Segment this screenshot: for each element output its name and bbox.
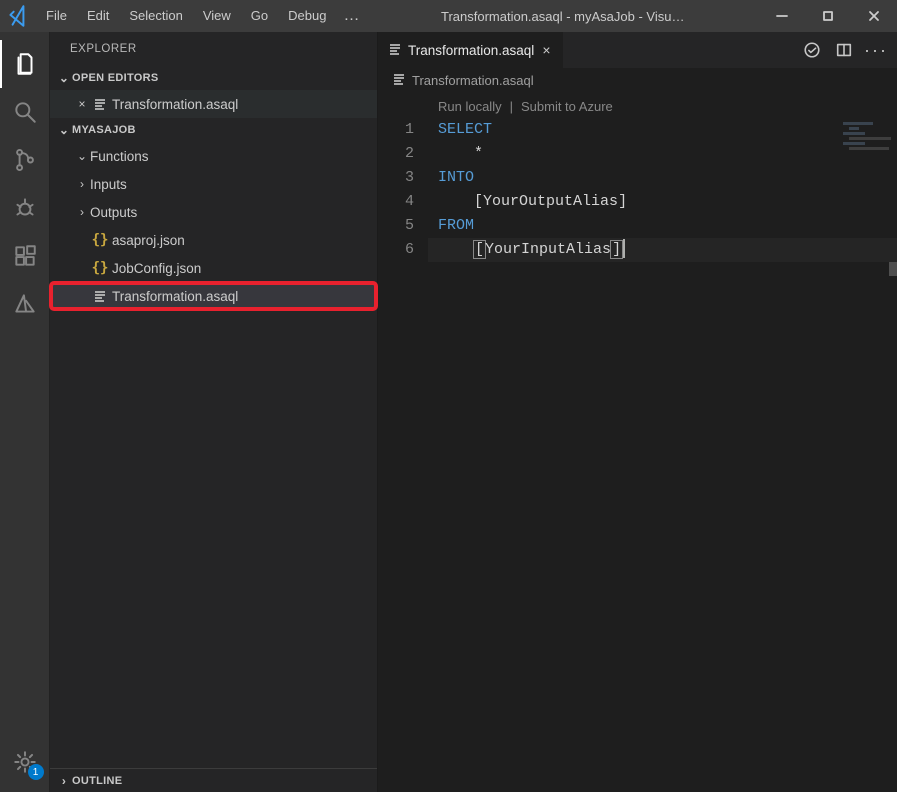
editor-area: Transformation.asaql × ··· Transformatio…: [378, 32, 897, 792]
project-label: MYASAJOB: [72, 124, 136, 136]
code-token: FROM: [438, 217, 474, 234]
line-number-gutter: 1 2 3 4 5 6: [378, 118, 428, 792]
menu-overflow-icon[interactable]: …: [336, 7, 366, 25]
window-close-button[interactable]: [851, 0, 897, 32]
chevron-right-icon: ›: [56, 774, 72, 788]
window-maximize-button[interactable]: [805, 0, 851, 32]
project-tree: ⌄ Functions › Inputs › Outputs {} asapro…: [50, 142, 377, 310]
settings-badge: 1: [28, 764, 44, 780]
open-editors-label: OPEN EDITORS: [72, 72, 159, 84]
tab-transformation[interactable]: Transformation.asaql ×: [378, 32, 564, 68]
window-title: Transformation.asaql - myAsaJob - Visu…: [366, 9, 759, 24]
submit-to-azure-link[interactable]: Submit to Azure: [521, 99, 613, 114]
code-indent: [438, 241, 474, 258]
tree-label: Outputs: [90, 205, 377, 220]
explorer-panel: EXPLORER ⌄ OPEN EDITORS × Transformation…: [50, 32, 378, 792]
file-lines-icon: [388, 42, 402, 59]
activity-extensions-icon[interactable]: [0, 232, 50, 280]
window-minimize-button[interactable]: [759, 0, 805, 32]
code-token: YourOutputAlias: [483, 193, 618, 210]
code-token: *: [474, 145, 483, 162]
activity-explorer-icon[interactable]: [0, 40, 50, 88]
split-editor-icon[interactable]: [835, 41, 853, 59]
json-icon: {}: [90, 232, 110, 248]
code-indent: [438, 193, 474, 210]
tree-folder-outputs[interactable]: › Outputs: [50, 198, 377, 226]
code-token: INTO: [438, 169, 474, 186]
code-token: YourInputAlias: [485, 241, 611, 258]
explorer-title: EXPLORER: [50, 32, 377, 66]
file-lines-icon: [392, 72, 406, 89]
tree-file-jobconfig[interactable]: {} JobConfig.json: [50, 254, 377, 282]
open-editor-label: Transformation.asaql: [112, 97, 377, 112]
tree-folder-inputs[interactable]: › Inputs: [50, 170, 377, 198]
menu-go[interactable]: Go: [241, 0, 278, 32]
file-lines-icon: [90, 97, 110, 111]
tree-label: JobConfig.json: [112, 261, 377, 276]
tree-folder-functions[interactable]: ⌄ Functions: [50, 142, 377, 170]
menu-bar: File Edit Selection View Go Debug: [36, 0, 336, 32]
menu-debug[interactable]: Debug: [278, 0, 336, 32]
outline-label: OUTLINE: [72, 775, 122, 787]
menu-edit[interactable]: Edit: [77, 0, 119, 32]
code-token: ]: [618, 193, 627, 210]
line-number: 1: [378, 118, 414, 142]
menu-file[interactable]: File: [36, 0, 77, 32]
activity-settings-icon[interactable]: 1: [0, 738, 50, 786]
chevron-down-icon: ⌄: [56, 71, 72, 85]
json-icon: {}: [90, 260, 110, 276]
activity-bar: 1: [0, 32, 50, 792]
activity-azure-icon[interactable]: [0, 280, 50, 328]
code-lens-separator: |: [506, 99, 517, 114]
line-number: 5: [378, 214, 414, 238]
tab-label: Transformation.asaql: [408, 43, 534, 58]
activity-search-icon[interactable]: [0, 88, 50, 136]
text-cursor: [623, 239, 625, 258]
line-number: 4: [378, 190, 414, 214]
outline-header[interactable]: › OUTLINE: [50, 768, 377, 792]
menu-selection[interactable]: Selection: [119, 0, 192, 32]
more-icon[interactable]: ···: [867, 41, 885, 59]
line-number: 3: [378, 166, 414, 190]
code-token: [: [474, 193, 483, 210]
tree-label: Transformation.asaql: [112, 289, 377, 304]
open-editors-header[interactable]: ⌄ OPEN EDITORS: [50, 66, 377, 90]
chevron-right-icon: ›: [74, 205, 90, 219]
tree-file-transformation[interactable]: Transformation.asaql: [50, 282, 377, 310]
close-editor-icon[interactable]: ×: [74, 97, 90, 111]
line-number: 2: [378, 142, 414, 166]
code-lens-actions: Run locally | Submit to Azure: [378, 94, 897, 118]
activity-source-control-icon[interactable]: [0, 136, 50, 184]
chevron-right-icon: ›: [74, 177, 90, 191]
chevron-down-icon: ⌄: [74, 149, 90, 163]
code-content[interactable]: SELECT * INTO [YourOutputAlias] FROM [Yo…: [428, 118, 897, 792]
line-number: 6: [378, 238, 414, 262]
editor-tabs: Transformation.asaql × ···: [378, 32, 897, 68]
breadcrumb-text: Transformation.asaql: [412, 73, 534, 88]
minimap[interactable]: [843, 122, 893, 162]
menu-view[interactable]: View: [193, 0, 241, 32]
code-indent: [438, 145, 474, 162]
scrollbar[interactable]: [889, 262, 897, 276]
titlebar: File Edit Selection View Go Debug … Tran…: [0, 0, 897, 32]
project-header[interactable]: ⌄ MYASAJOB: [50, 118, 377, 142]
chevron-down-icon: ⌄: [56, 123, 72, 137]
file-lines-icon: [90, 289, 110, 303]
tree-file-asaproj[interactable]: {} asaproj.json: [50, 226, 377, 254]
vscode-logo: [0, 3, 36, 29]
code-token: SELECT: [438, 121, 492, 138]
activity-debug-icon[interactable]: [0, 184, 50, 232]
tree-label: Functions: [90, 149, 377, 164]
code-editor[interactable]: 1 2 3 4 5 6 SELECT * INTO [YourOutputAli…: [378, 118, 897, 792]
tree-label: asaproj.json: [112, 233, 377, 248]
breadcrumb[interactable]: Transformation.asaql: [378, 68, 897, 94]
run-check-icon[interactable]: [803, 41, 821, 59]
open-editor-item[interactable]: × Transformation.asaql: [50, 90, 377, 118]
tree-label: Inputs: [90, 177, 377, 192]
run-locally-link[interactable]: Run locally: [438, 99, 502, 114]
code-token: ]: [610, 240, 623, 259]
close-tab-icon[interactable]: ×: [540, 42, 552, 58]
